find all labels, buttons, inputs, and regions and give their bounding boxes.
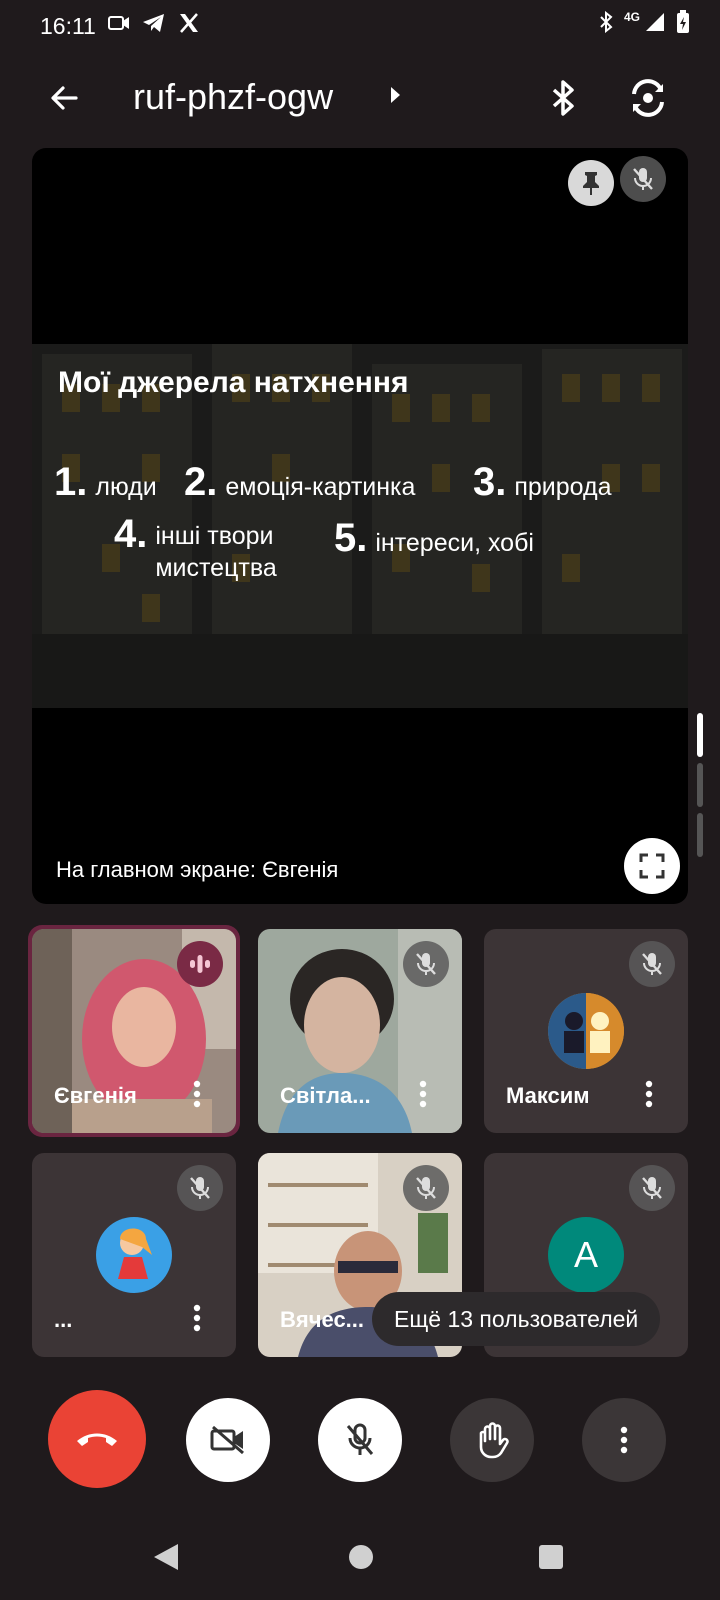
slide-item-2: 2. емоція-картинка: [184, 460, 415, 505]
status-bar: 16:11 4G: [0, 0, 720, 56]
participant-mic-off-badge: [177, 1165, 223, 1211]
stage-caption: На главном экране: Євгенія: [56, 857, 339, 882]
system-navigation-bar: [0, 1520, 720, 1600]
status-system-icons: 4G: [598, 10, 690, 34]
more-vert-icon: [419, 1080, 427, 1108]
participant-mic-off-badge: [629, 941, 675, 987]
hand-icon: [479, 1422, 509, 1459]
more-vert-icon: [620, 1426, 628, 1454]
call-end-icon: [77, 1433, 117, 1446]
slide-item-number: 5.: [334, 516, 368, 560]
bluetooth-icon: [552, 80, 574, 116]
end-call-button[interactable]: [48, 1390, 146, 1488]
videocam-off-icon: [210, 1425, 244, 1455]
stage-mic-off-badge: [620, 156, 666, 202]
telegram-icon: [143, 14, 164, 32]
back-button[interactable]: [44, 78, 84, 118]
participant-mic-off-badge: [403, 941, 449, 987]
slide-item-5: 5. інтереси, хобі: [334, 516, 534, 561]
slide-item-text: інтереси, хобі: [375, 529, 534, 557]
participant-menu-button[interactable]: [182, 1074, 212, 1114]
page-indicator-active: [697, 713, 703, 757]
avatar-initial: A: [573, 1234, 598, 1275]
bluetooth-status-icon: [600, 11, 613, 33]
slide-item-text: інші твори мистецтва: [155, 522, 277, 582]
slide-title: Мої джерела натхнення: [58, 366, 409, 399]
presented-slide: Мої джерела натхнення 1. люди 2. емоція-…: [32, 344, 688, 708]
nav-back-icon[interactable]: [152, 1542, 180, 1572]
participant-name: Максим: [506, 1083, 590, 1108]
network-type: 4G: [623, 10, 640, 24]
slide-item-3: 3. природа: [473, 460, 612, 505]
more-vert-icon: [193, 1080, 201, 1108]
arrow-back-icon: [51, 86, 78, 110]
status-time: 16:11: [40, 13, 96, 39]
mic-off-icon: [642, 1177, 662, 1199]
status-notification-icons: [108, 12, 200, 34]
more-participants-button[interactable]: Ещё 13 пользователей: [372, 1292, 661, 1346]
x-app-icon: [180, 13, 198, 33]
participant-tile[interactable]: Максим: [484, 929, 688, 1133]
participant-avatar: A: [548, 1217, 624, 1293]
more-vert-icon: [645, 1080, 653, 1108]
participant-avatar: [548, 993, 624, 1069]
participant-name: Світла...: [280, 1083, 371, 1108]
slide-item-text: природа: [514, 473, 612, 501]
battery-icon: [677, 10, 689, 33]
participant-tile[interactable]: Світла...: [258, 929, 462, 1133]
mic-off-icon: [346, 1423, 374, 1455]
participant-menu-button[interactable]: [634, 1074, 664, 1114]
page-indicator: [697, 813, 703, 857]
participant-name: ...: [54, 1307, 73, 1332]
participant-tile[interactable]: Євгенія: [32, 929, 236, 1133]
page-indicator: [697, 763, 703, 807]
signal-icon: [646, 13, 664, 31]
camera-toggle-button[interactable]: [186, 1398, 270, 1482]
pin-button[interactable]: [568, 160, 614, 206]
mic-off-icon: [642, 953, 662, 975]
video-notification-icon: [108, 16, 129, 30]
switch-camera-button[interactable]: [626, 76, 670, 120]
participant-name: Євгенія: [54, 1083, 137, 1108]
mic-off-icon: [190, 1177, 210, 1199]
slide-item-4: 4. інші твори мистецтва: [114, 512, 315, 584]
main-stage[interactable]: Мої джерела натхнення 1. люди 2. емоція-…: [32, 148, 688, 904]
more-options-button[interactable]: [582, 1398, 666, 1482]
mic-off-icon: [416, 1177, 436, 1199]
slide-item-text: люди: [95, 473, 157, 501]
participant-tile[interactable]: ...: [32, 1153, 236, 1357]
slide-item-number: 3.: [473, 460, 507, 504]
more-vert-icon: [193, 1304, 201, 1332]
avatar-image: [118, 1228, 152, 1279]
slide-item-number: 4.: [114, 512, 148, 556]
fullscreen-icon: [639, 853, 665, 879]
participant-mic-off-badge: [629, 1165, 675, 1211]
participant-avatar: [96, 1217, 172, 1293]
slide-item-text: емоція-картинка: [225, 473, 416, 501]
audio-level-icon: [190, 955, 210, 973]
participant-mic-off-badge: [403, 1165, 449, 1211]
speaking-indicator: [177, 941, 223, 987]
slide-item-number: 2.: [184, 460, 218, 504]
participant-name: Вячес...: [280, 1307, 365, 1332]
pin-icon: [583, 172, 599, 195]
participant-menu-button[interactable]: [408, 1074, 438, 1114]
audio-output-button[interactable]: [543, 76, 583, 120]
meeting-info-chevron-icon[interactable]: [388, 84, 402, 106]
slide-item-number: 1.: [54, 460, 88, 504]
fullscreen-button[interactable]: [624, 838, 680, 894]
slide-item-1: 1. люди: [54, 460, 157, 505]
mic-off-icon: [633, 168, 653, 190]
participant-menu-button[interactable]: [182, 1298, 212, 1338]
switch-camera-icon: [632, 79, 664, 117]
raise-hand-button[interactable]: [450, 1398, 534, 1482]
meeting-code[interactable]: ruf-phzf-ogw: [133, 76, 333, 118]
microphone-toggle-button[interactable]: [318, 1398, 402, 1482]
avatar-image: [548, 993, 624, 1069]
nav-home-icon[interactable]: [348, 1544, 374, 1570]
nav-recents-icon[interactable]: [538, 1544, 564, 1570]
mic-off-icon: [416, 953, 436, 975]
